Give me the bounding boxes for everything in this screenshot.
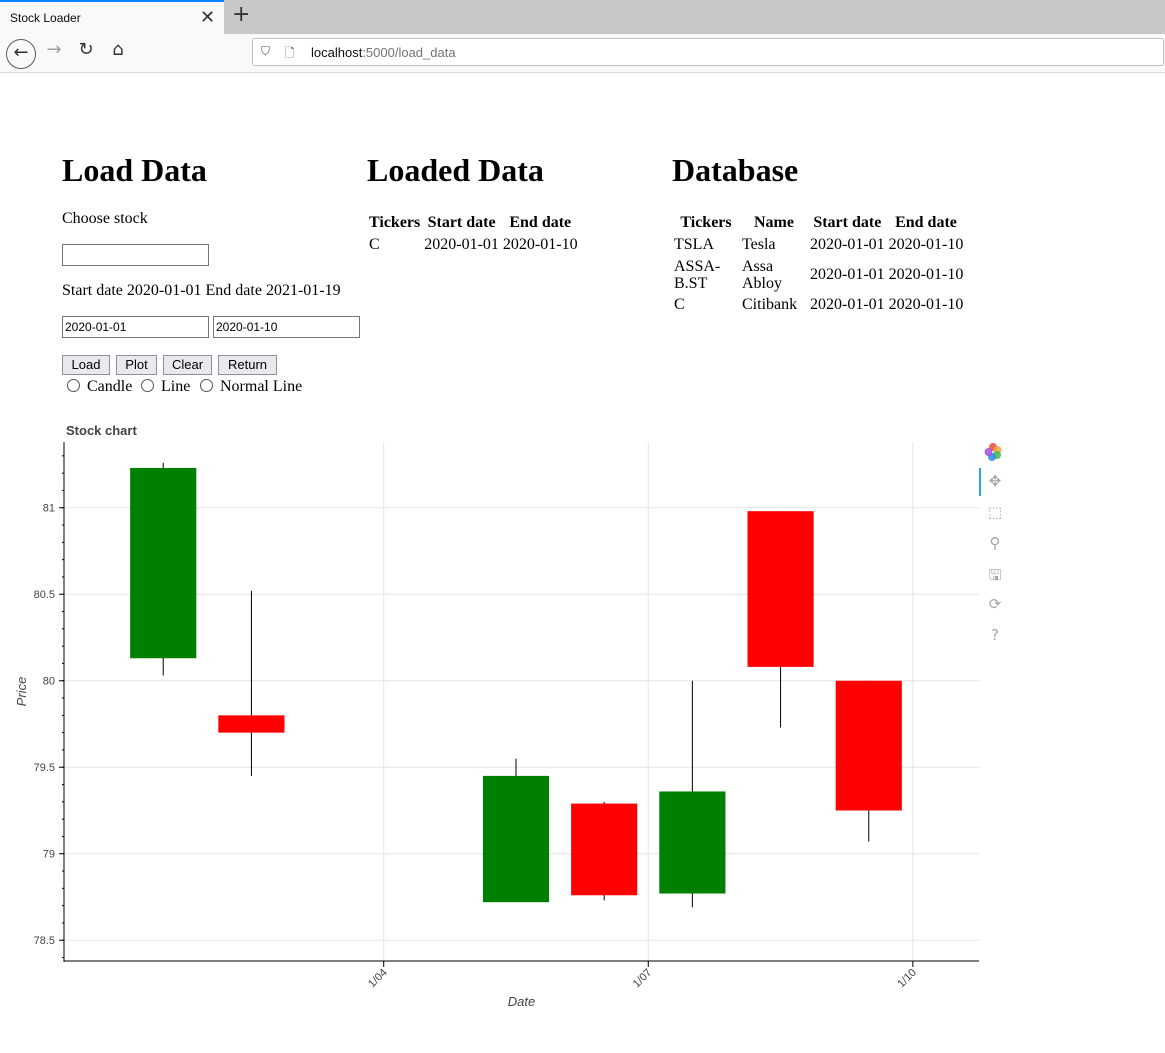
active-tool-indicator — [979, 468, 981, 496]
table-cell: C — [369, 236, 380, 253]
candle-body — [482, 775, 550, 903]
candle-body — [571, 803, 638, 896]
save-icon[interactable]: 🖫 — [985, 565, 1005, 590]
navigation-bar: ← → ↻ ⌂ ⛉ 🗋 localhost:5000/load_data — [0, 34, 1165, 73]
column-header: Name — [754, 214, 794, 231]
x-tick-label: 1/07 — [631, 967, 655, 991]
back-arrow-icon[interactable]: ← — [6, 39, 36, 69]
candle-body — [130, 467, 197, 659]
dates-label: Start date 2020-01-01 End date 2021-01-1… — [62, 282, 341, 299]
database-table: Tickers Name Start date End date TSLA Te… — [671, 211, 966, 317]
url-path: :5000/load_data — [362, 45, 456, 60]
wheel-zoom-icon[interactable]: ⚲ — [985, 534, 1005, 552]
x-tick-label: 1/04 — [366, 967, 390, 991]
candle-radio[interactable] — [67, 379, 80, 392]
shield-icon[interactable]: ⛉ — [261, 44, 270, 59]
help-icon[interactable]: ? — [985, 626, 1005, 644]
load-data-heading: Load Data — [62, 152, 207, 188]
candle-body — [747, 511, 814, 667]
y-tick-label: 80 — [43, 676, 55, 688]
candle-body — [835, 680, 902, 811]
table-cell: 2020-01-10 — [888, 296, 964, 313]
table-row: ASSA-B.ST Assa Abloy 2020-01-01 2020-01-… — [673, 257, 964, 293]
y-tick-label: 79 — [43, 849, 55, 861]
column-header: Start date — [813, 214, 882, 231]
y-tick-label: 81 — [43, 503, 55, 515]
clear-button[interactable]: Clear — [163, 355, 212, 375]
tab-title: Stock Loader — [10, 11, 81, 25]
column-header: End date — [509, 214, 572, 231]
table-cell: 2020-01-01 — [810, 236, 885, 253]
stock-input[interactable] — [62, 244, 209, 266]
browser-tab[interactable]: Stock Loader ✕ — [0, 0, 224, 34]
plot-button[interactable]: Plot — [116, 355, 157, 375]
box-zoom-icon[interactable]: ⬚ — [985, 503, 1005, 521]
candle-body — [218, 715, 285, 733]
close-tab-icon[interactable]: ✕ — [200, 7, 215, 28]
table-cell: TSLA — [674, 236, 714, 253]
line-radio-label: Line — [161, 378, 191, 395]
load-button[interactable]: Load — [62, 355, 110, 375]
table-cell: 2020-01-01 — [810, 296, 885, 313]
column-header: Tickers — [369, 214, 421, 231]
table-header-row: Tickers Start date End date — [368, 213, 579, 233]
table-cell: C — [674, 296, 685, 313]
table-header-row: Tickers Name Start date End date — [673, 213, 964, 233]
candle-radio-label: Candle — [87, 378, 133, 395]
x-axis-label: Date — [508, 994, 535, 1009]
reset-icon[interactable]: ⟳ — [985, 595, 1005, 613]
normal-line-radio-label: Normal Line — [220, 378, 303, 395]
reload-icon[interactable]: ↻ — [72, 39, 100, 67]
loaded-data-table: Tickers Start date End date C 2020-01-01… — [366, 211, 581, 257]
y-axis-label: Price — [14, 677, 29, 707]
table-row: C 2020-01-01 2020-01-10 — [368, 235, 579, 255]
y-tick-label: 78.5 — [34, 935, 55, 947]
table-cell: 2020-01-01 — [810, 266, 885, 283]
url-text: localhost:5000/load_data — [311, 45, 456, 60]
column-header: End date — [895, 214, 957, 231]
column-header: Tickers — [680, 214, 732, 231]
table-row: C Citibank 2020-01-01 2020-01-10 — [673, 295, 964, 315]
table-cell: Citibank — [742, 296, 798, 313]
end-date-input[interactable] — [213, 316, 360, 338]
table-cell: 2020-01-10 — [888, 266, 964, 283]
x-tick-label: 1/10 — [895, 967, 919, 991]
normal-line-radio[interactable] — [200, 379, 213, 392]
loaded-data-heading: Loaded Data — [367, 152, 544, 188]
table-cell: Tesla — [742, 236, 776, 253]
new-tab-icon[interactable]: + — [232, 2, 250, 27]
y-tick-label: 79.5 — [34, 762, 55, 774]
choose-stock-label: Choose stock — [62, 210, 148, 227]
candle-body — [659, 791, 726, 894]
table-row: TSLA Tesla 2020-01-01 2020-01-10 — [673, 235, 964, 255]
bokeh-logo-icon[interactable] — [983, 442, 1005, 462]
table-cell: Assa Abloy — [742, 258, 782, 292]
address-bar[interactable]: ⛉ 🗋 localhost:5000/load_data — [252, 38, 1164, 66]
table-cell: 2020-01-10 — [888, 236, 964, 253]
url-host: localhost — [311, 45, 363, 60]
tab-bar: Stock Loader ✕ + — [0, 0, 1165, 34]
table-cell: 2020-01-01 — [424, 236, 499, 253]
page-icon: 🗋 — [285, 46, 295, 60]
table-cell: ASSA-B.ST — [674, 258, 721, 292]
start-date-input[interactable] — [62, 316, 209, 338]
chart-title: Stock chart — [66, 423, 137, 438]
home-icon[interactable]: ⌂ — [104, 39, 132, 67]
database-heading: Database — [672, 152, 799, 188]
column-header: Start date — [427, 214, 496, 231]
pan-tool-icon[interactable]: ✥ — [985, 472, 1005, 490]
table-cell: 2020-01-10 — [502, 236, 578, 253]
line-radio[interactable] — [141, 379, 154, 392]
forward-arrow-icon[interactable]: → — [40, 39, 68, 67]
return-button[interactable]: Return — [218, 355, 277, 375]
y-tick-label: 80.5 — [34, 589, 55, 601]
